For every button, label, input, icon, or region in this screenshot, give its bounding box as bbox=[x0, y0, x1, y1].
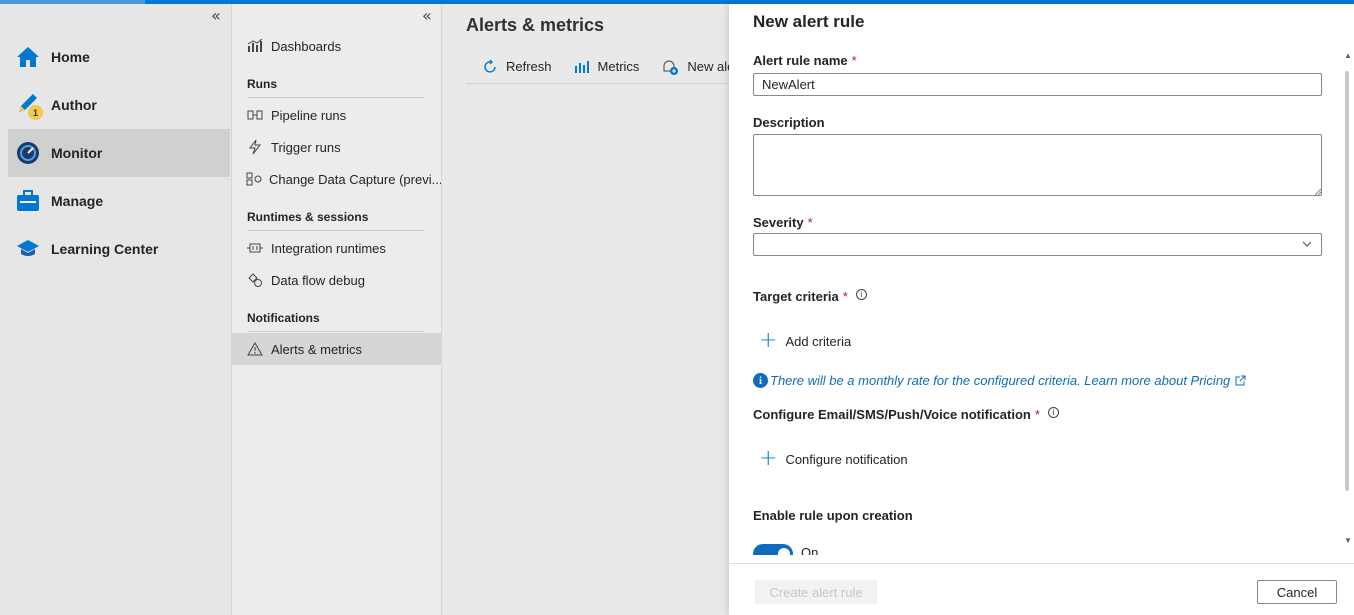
plus-icon: + bbox=[759, 446, 778, 471]
subnav-item-pipeline-runs[interactable]: Pipeline runs bbox=[232, 99, 441, 131]
plus-icon: + bbox=[759, 328, 778, 353]
alert-rule-name-text: Alert rule name bbox=[753, 53, 848, 68]
new-alert-button[interactable]: New ale bbox=[661, 59, 732, 75]
left-nav: « Home 1 Author Monitor Manage Learning … bbox=[0, 4, 232, 615]
description-textarea[interactable] bbox=[753, 134, 1322, 196]
main-content: Alerts & metrics Refresh Metrics New ale bbox=[442, 4, 732, 615]
required-marker: * bbox=[1034, 407, 1040, 422]
nav-item-monitor[interactable]: Monitor bbox=[8, 129, 230, 177]
subnav-label-change-data-capture: Change Data Capture (previ... bbox=[269, 171, 441, 187]
scrollbar-thumb[interactable] bbox=[1345, 71, 1349, 491]
target-criteria-label: Target criteria * i bbox=[753, 289, 867, 304]
panel-footer: Create alert rule Cancel bbox=[729, 563, 1354, 615]
section-heading-runtimes: Runtimes & sessions bbox=[247, 210, 425, 231]
severity-label: Severity * bbox=[753, 215, 813, 230]
graduation-cap-icon bbox=[14, 235, 42, 263]
toolbox-icon bbox=[14, 187, 42, 215]
refresh-label: Refresh bbox=[506, 59, 552, 74]
lightning-icon bbox=[246, 139, 264, 155]
data-flow-debug-icon bbox=[246, 272, 264, 288]
info-icon[interactable]: i bbox=[855, 289, 867, 300]
section-heading-notifications: Notifications bbox=[247, 311, 425, 332]
create-alert-rule-button[interactable]: Create alert rule bbox=[755, 580, 877, 604]
metrics-label: Metrics bbox=[597, 59, 640, 74]
subnav-label-integration-runtimes: Integration runtimes bbox=[271, 240, 386, 256]
subnav-item-change-data-capture[interactable]: Change Data Capture (previ... bbox=[232, 163, 441, 195]
author-badge: 1 bbox=[28, 105, 43, 120]
section-heading-runs: Runs bbox=[247, 77, 425, 98]
pricing-info-message[interactable]: i There will be a monthly rate for the c… bbox=[753, 373, 1246, 388]
required-marker: * bbox=[842, 289, 848, 304]
target-criteria-text: Target criteria bbox=[753, 289, 839, 304]
pipeline-icon bbox=[246, 109, 264, 121]
subnav-label-data-flow-debug: Data flow debug bbox=[271, 272, 365, 288]
subnav-label-pipeline-runs: Pipeline runs bbox=[271, 107, 347, 123]
dashboard-icon bbox=[246, 39, 264, 53]
chevron-down-icon bbox=[1302, 241, 1312, 247]
integration-runtime-icon bbox=[246, 242, 264, 254]
configure-notification-link-label: Configure notification bbox=[785, 451, 908, 467]
refresh-icon bbox=[484, 59, 496, 73]
nav-item-learning-center[interactable]: Learning Center bbox=[8, 225, 230, 273]
nav-label-home: Home bbox=[51, 49, 90, 65]
new-alert-rule-panel: New alert rule Alert rule name * Descrip… bbox=[729, 4, 1354, 615]
nav-item-home[interactable]: Home bbox=[8, 33, 230, 81]
new-alert-bell-icon bbox=[663, 60, 679, 75]
subnav-item-dashboards[interactable]: Dashboards bbox=[232, 30, 441, 62]
toolbar: Refresh Metrics New ale bbox=[466, 50, 732, 84]
external-link-icon bbox=[1235, 375, 1246, 386]
subnav-item-trigger-runs[interactable]: Trigger runs bbox=[232, 131, 441, 163]
nav-item-manage[interactable]: Manage bbox=[8, 177, 230, 225]
configure-notification-button[interactable]: + Configure notification bbox=[759, 446, 908, 471]
nav-label-monitor: Monitor bbox=[51, 145, 103, 161]
info-icon[interactable]: i bbox=[1047, 407, 1059, 418]
page-title: Alerts & metrics bbox=[466, 15, 605, 35]
scroll-up-icon[interactable]: ▲ bbox=[1344, 51, 1352, 60]
metrics-icon bbox=[574, 60, 589, 73]
subnav-item-integration-runtimes[interactable]: Integration runtimes bbox=[232, 232, 441, 264]
nav-item-author[interactable]: 1 Author bbox=[8, 81, 230, 129]
monitor-subnav: « Dashboards Runs Pipeline runs Trigger … bbox=[232, 4, 442, 615]
collapse-nav-button[interactable]: « bbox=[211, 6, 221, 25]
resize-grip-icon bbox=[1314, 188, 1321, 195]
info-circle-icon: i bbox=[753, 373, 768, 388]
new-alert-label: New ale bbox=[687, 59, 732, 74]
subnav-label-dashboards: Dashboards bbox=[271, 38, 342, 54]
add-criteria-label: Add criteria bbox=[785, 333, 852, 349]
pencil-icon: 1 bbox=[14, 91, 43, 120]
enable-rule-label: Enable rule upon creation bbox=[753, 508, 913, 523]
required-marker: * bbox=[807, 215, 813, 230]
subnav-item-alerts-metrics[interactable]: Alerts & metrics bbox=[232, 333, 441, 365]
nav-label-learning-center: Learning Center bbox=[51, 241, 159, 257]
severity-text: Severity bbox=[753, 215, 804, 230]
severity-dropdown[interactable] bbox=[753, 233, 1322, 256]
description-label: Description bbox=[753, 115, 825, 130]
cancel-button[interactable]: Cancel bbox=[1257, 580, 1337, 604]
subnav-item-data-flow-debug[interactable]: Data flow debug bbox=[232, 264, 441, 296]
add-criteria-button[interactable]: + Add criteria bbox=[759, 328, 852, 353]
alert-rule-name-label: Alert rule name * bbox=[753, 53, 857, 68]
subnav-label-trigger-runs: Trigger runs bbox=[271, 139, 341, 155]
warning-triangle-icon bbox=[246, 342, 264, 356]
nav-label-author: Author bbox=[51, 97, 97, 113]
subnav-label-alerts-metrics: Alerts & metrics bbox=[271, 341, 363, 357]
configure-notification-label: Configure Email/SMS/Push/Voice notificat… bbox=[753, 407, 1059, 422]
pricing-info-text: There will be a monthly rate for the con… bbox=[770, 373, 1231, 388]
nav-label-manage: Manage bbox=[51, 193, 104, 209]
scroll-down-icon[interactable]: ▼ bbox=[1344, 536, 1352, 545]
home-icon bbox=[14, 43, 42, 71]
required-marker: * bbox=[851, 53, 857, 68]
collapse-subnav-button[interactable]: « bbox=[422, 6, 432, 25]
configure-notification-text: Configure Email/SMS/Push/Voice notificat… bbox=[753, 407, 1031, 422]
refresh-button[interactable]: Refresh bbox=[482, 59, 552, 75]
panel-scrollbar[interactable]: ▲ ▼ bbox=[1344, 51, 1352, 546]
metrics-button[interactable]: Metrics bbox=[574, 59, 640, 74]
alert-rule-name-input[interactable] bbox=[753, 73, 1322, 96]
change-data-capture-icon bbox=[246, 172, 262, 186]
panel-title: New alert rule bbox=[753, 12, 865, 31]
monitor-gauge-icon bbox=[14, 139, 42, 167]
